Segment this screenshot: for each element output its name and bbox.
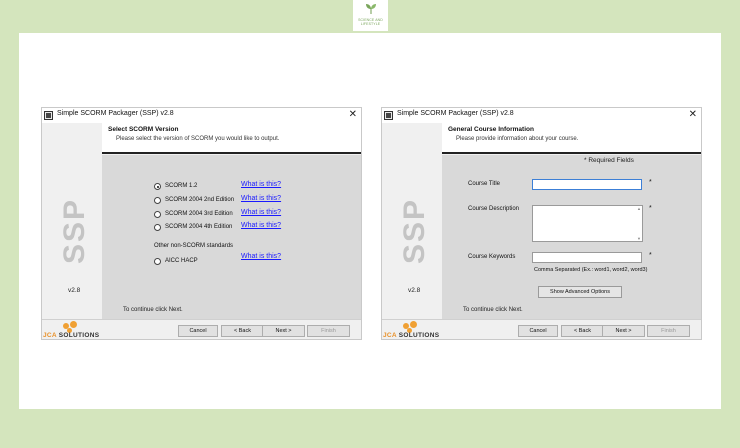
scroll-down-icon[interactable]: ▼ [637,236,641,241]
cancel-button[interactable]: Cancel [518,325,558,337]
course-title-label: Course Title [468,181,501,187]
window-title: Simple SCORM Packager (SSP) v2.8 [57,110,174,117]
what-is-this-link[interactable]: What is this? [241,253,281,260]
logo-text: SCIENCE AND LIFESTYLE [358,18,383,26]
logo-dot [410,321,417,328]
leaf-icon [366,4,376,14]
required-fields-note: * Required Fields [584,157,634,164]
finish-button[interactable]: Finish [647,325,690,337]
continue-hint: To continue click Next. [463,307,523,313]
back-button[interactable]: < Back [561,325,604,337]
app-icon [44,111,53,120]
what-is-this-link[interactable]: What is this? [241,195,281,202]
radio-label: SCORM 2004 4th Edition [165,224,233,230]
next-button[interactable]: Next > [602,325,645,337]
step-subtitle: Please select the version of SCORM you w… [116,136,280,142]
jca-solutions-logo: JCA SOLUTIONS [382,321,442,339]
radio-button-checked[interactable] [154,183,161,190]
window-title: Simple SCORM Packager (SSP) v2.8 [397,110,514,117]
logo-dot [70,321,77,328]
what-is-this-link[interactable]: What is this? [241,209,281,216]
continue-hint: To continue click Next. [123,307,183,313]
scroll-up-icon[interactable]: ▲ [637,206,641,211]
app-icon [384,111,393,120]
version-label: v2.8 [408,287,421,294]
course-info-dialog: Simple SCORM Packager (SSP) v2.8 ✕ SSP v… [381,107,702,340]
radio-label: SCORM 2004 2nd Edition [165,197,235,203]
show-advanced-options-button[interactable]: Show Advanced Options [538,286,622,298]
radio-label: SCORM 1.2 [165,183,198,189]
keywords-hint: Comma Separated (Ex.: word1, word2, word… [534,267,648,273]
next-button[interactable]: Next > [262,325,305,337]
radio-button[interactable] [154,211,161,218]
brand-name: JCA SOLUTIONS [383,332,440,339]
back-button[interactable]: < Back [221,325,264,337]
scorm-version-dialog: Simple SCORM Packager (SSP) v2.8 ✕ SSP v… [41,107,362,340]
site-logo-badge: SCIENCE AND LIFESTYLE [353,0,388,31]
course-keywords-label: Course Keywords [468,254,516,260]
radio-button[interactable] [154,258,161,265]
close-button[interactable]: ✕ [349,108,357,122]
course-description-textarea[interactable]: ▲ ▼ [532,205,643,242]
step-header: General Course Information Please provid… [442,123,701,154]
jca-solutions-logo: JCA SOLUTIONS [42,321,102,339]
what-is-this-link[interactable]: What is this? [241,222,281,229]
radio-label: SCORM 2004 3rd Edition [165,211,233,217]
close-button[interactable]: ✕ [689,108,697,122]
button-bar: JCA SOLUTIONS Cancel < Back Next > Finis… [42,319,361,339]
step-title: General Course Information [448,126,534,133]
step-title: Select SCORM Version [108,126,179,133]
radio-button[interactable] [154,224,161,231]
ssp-logo-text: SSP [398,197,431,264]
step-subtitle: Please provide information about your co… [456,136,579,142]
cancel-button[interactable]: Cancel [178,325,218,337]
step-header: Select SCORM Version Please select the v… [102,123,361,154]
required-marker: * [649,205,652,212]
required-marker: * [649,252,652,259]
other-standards-label: Other non-SCORM standards [154,243,234,249]
course-title-input[interactable] [532,179,642,190]
course-description-label: Course Description [468,206,520,212]
radio-label: AICC HACP [165,258,198,264]
brand-name: JCA SOLUTIONS [43,332,100,339]
course-keywords-input[interactable] [532,252,642,263]
options-panel: SCORM 1.2 What is this? SCORM 2004 2nd E… [102,155,361,319]
title-bar: Simple SCORM Packager (SSP) v2.8 ✕ [382,108,701,123]
title-bar: Simple SCORM Packager (SSP) v2.8 ✕ [42,108,361,123]
required-marker: * [649,179,652,186]
radio-button[interactable] [154,197,161,204]
ssp-logo-text: SSP [58,197,91,264]
finish-button[interactable]: Finish [307,325,350,337]
button-bar: JCA SOLUTIONS Cancel < Back Next > Finis… [382,319,701,339]
form-panel: * Required Fields Course Title * Course … [442,155,701,319]
version-label: v2.8 [68,287,81,294]
what-is-this-link[interactable]: What is this? [241,181,281,188]
